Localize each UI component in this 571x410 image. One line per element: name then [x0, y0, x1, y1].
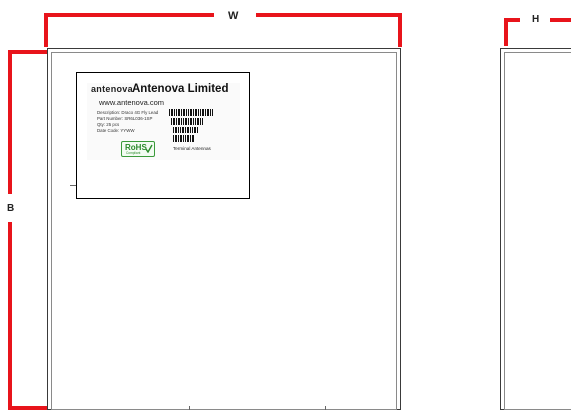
- height-dimension-line-lower: [8, 222, 12, 410]
- depth-label: H: [532, 14, 540, 25]
- antenova-logo: antenova: [91, 84, 133, 94]
- barcode-middle: [171, 118, 203, 125]
- height-label: B: [7, 203, 15, 214]
- width-dimension-tick-left: [44, 13, 48, 47]
- box-front-bottom-mark-right: [325, 406, 326, 410]
- label-line-date-code: Date Code: YYWW: [97, 128, 135, 133]
- depth-dimension-line-right: [550, 18, 571, 22]
- product-type-text: Terminal Antennas: [173, 146, 211, 151]
- barcode-lower: [173, 127, 198, 133]
- barcode-bottom: [173, 135, 194, 142]
- company-name: Antenova Limited: [132, 83, 229, 95]
- rohs-subtext: Compliant: [126, 151, 141, 155]
- width-dimension-line-right: [256, 13, 402, 17]
- checkmark-icon: [145, 144, 153, 153]
- width-dimension-line-left: [44, 13, 214, 17]
- depth-dimension-tick-left: [504, 18, 508, 46]
- label-line-part-number: Part Number: SR6L036-1SP: [97, 116, 153, 121]
- box-side-inner: [504, 52, 571, 410]
- height-dimension-tick-bottom: [8, 406, 48, 410]
- width-dimension-tick-right: [398, 13, 402, 47]
- width-label: W: [228, 10, 239, 22]
- label-line-quantity: Qty: 25 pcs: [97, 122, 120, 127]
- label-line-description: Description: Draco 4G Fly Lead: [97, 110, 159, 115]
- box-front-bottom-mark-left: [189, 406, 190, 410]
- height-dimension-tick-top: [8, 50, 48, 54]
- website-text: www.antenova.com: [99, 98, 165, 107]
- height-dimension-line-upper: [8, 50, 12, 194]
- rohs-badge: RoHS Compliant: [121, 141, 155, 157]
- barcode-top: [169, 109, 213, 116]
- product-label: antenova Antenova Limited www.antenova.c…: [76, 72, 250, 199]
